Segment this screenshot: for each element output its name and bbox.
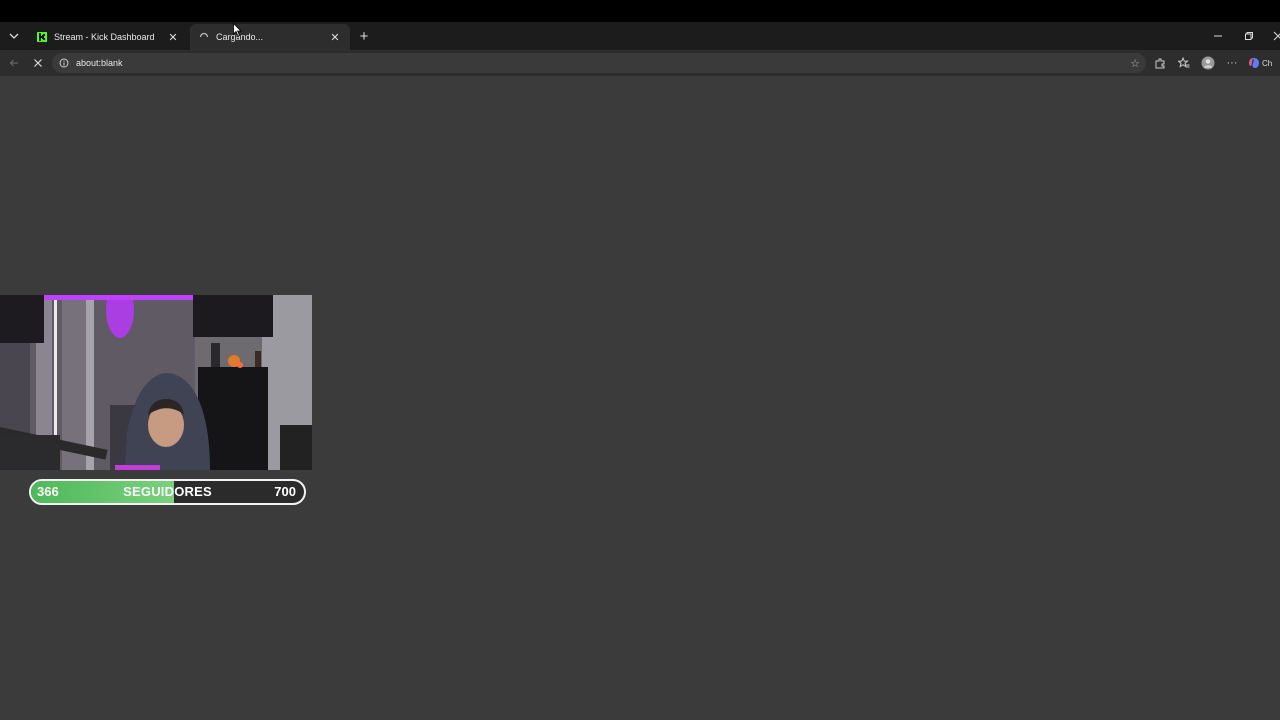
profile-label: Ch [1262, 58, 1273, 68]
follower-goal-bar: 366 SEGUIDORES 700 [29, 479, 306, 505]
copilot-icon [1249, 58, 1259, 68]
mouse-cursor-icon [233, 22, 243, 42]
url-text: about:blank [76, 58, 123, 68]
extensions-icon[interactable] [1150, 53, 1170, 73]
copilot-button[interactable]: Ch [1248, 53, 1280, 73]
tab-kick-dashboard[interactable]: Stream - Kick Dashboard ✕ [28, 24, 188, 50]
close-tab-icon[interactable]: ✕ [166, 30, 180, 44]
restore-button[interactable] [1239, 26, 1259, 46]
favorite-star-icon[interactable]: ☆ [1128, 56, 1142, 70]
webcam-feed-image [0, 295, 312, 470]
tab-actions-button[interactable] [4, 26, 24, 46]
profile-avatar-icon[interactable] [1198, 53, 1218, 73]
favorites-icon[interactable] [1174, 53, 1194, 73]
back-arrow-icon [9, 59, 18, 67]
minimize-button[interactable] [1208, 26, 1228, 46]
more-menu-icon[interactable]: ··· [1222, 53, 1242, 73]
webcam-overlay [0, 295, 312, 470]
restore-icon [1245, 32, 1253, 40]
loading-spinner-icon [198, 31, 210, 43]
follower-goal-label: SEGUIDORES [123, 484, 212, 499]
info-icon[interactable] [58, 57, 70, 69]
back-button[interactable] [4, 53, 24, 73]
close-tab-icon[interactable]: ✕ [328, 30, 342, 44]
new-tab-button[interactable]: + [355, 26, 373, 46]
follower-goal-target: 700 [274, 484, 296, 499]
chevron-down-icon [9, 33, 19, 39]
tab-title: Stream - Kick Dashboard [54, 32, 155, 42]
tab-loading[interactable]: Cargando... ✕ [190, 24, 350, 50]
minimize-icon [1214, 35, 1222, 37]
tab-strip: Stream - Kick Dashboard ✕ Cargando... ✕ … [0, 22, 1280, 50]
close-icon [34, 59, 42, 67]
stop-loading-button[interactable] [28, 53, 48, 73]
close-icon [1273, 31, 1280, 41]
address-bar[interactable]: about:blank ☆ [52, 53, 1146, 73]
kick-logo-icon [36, 31, 48, 43]
browser-toolbar: about:blank ☆ ··· Ch [0, 50, 1280, 76]
close-window-button[interactable] [1268, 26, 1280, 46]
screen-top-bar [0, 0, 1280, 22]
